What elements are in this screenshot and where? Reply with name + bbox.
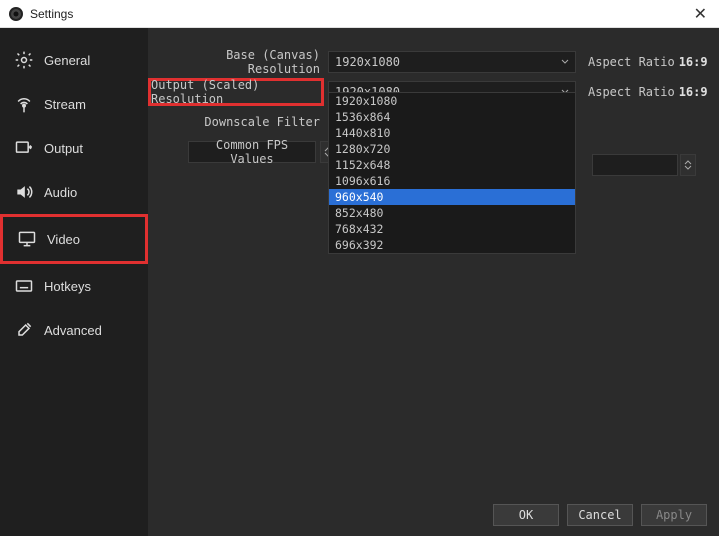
monitor-icon bbox=[17, 229, 37, 249]
base-resolution-row: Base (Canvas) Resolution 1920x1080 Aspec… bbox=[148, 48, 719, 76]
fps-value-spin[interactable] bbox=[680, 154, 696, 176]
dropdown-option[interactable]: 1096x616 bbox=[329, 173, 575, 189]
base-aspect-label: Aspect Ratio bbox=[588, 55, 675, 69]
window-title: Settings bbox=[30, 7, 73, 21]
dropdown-option[interactable]: 852x480 bbox=[329, 205, 575, 221]
video-panel: Base (Canvas) Resolution 1920x1080 Aspec… bbox=[148, 28, 719, 536]
obs-logo-icon bbox=[8, 6, 24, 22]
dropdown-option[interactable]: 1152x648 bbox=[329, 157, 575, 173]
sidebar-item-output[interactable]: Output bbox=[0, 126, 148, 170]
ok-button[interactable]: OK bbox=[493, 504, 559, 526]
output-aspect-value: 16:9 bbox=[679, 85, 708, 99]
sidebar-item-advanced[interactable]: Advanced bbox=[0, 308, 148, 352]
sidebar-item-label: Advanced bbox=[44, 323, 102, 338]
dropdown-option[interactable]: 1920x1080 bbox=[329, 93, 575, 109]
output-resolution-dropdown[interactable]: 1920x10801536x8641440x8101280x7201152x64… bbox=[328, 92, 576, 254]
sidebar-item-video[interactable]: Video bbox=[0, 214, 148, 264]
sidebar-item-label: Audio bbox=[44, 185, 77, 200]
output-resolution-label: Output (Scaled) Resolution bbox=[151, 78, 317, 106]
dropdown-option[interactable]: 1280x720 bbox=[329, 141, 575, 157]
dropdown-option[interactable]: 960x540 bbox=[329, 189, 575, 205]
apply-button[interactable]: Apply bbox=[641, 504, 707, 526]
chevron-down-icon bbox=[559, 56, 571, 71]
dropdown-option[interactable]: 1440x810 bbox=[329, 125, 575, 141]
sidebar-item-audio[interactable]: Audio bbox=[0, 170, 148, 214]
gear-icon bbox=[14, 50, 34, 70]
sidebar-item-label: Stream bbox=[44, 97, 86, 112]
sidebar-item-label: Video bbox=[47, 232, 80, 247]
fps-value-wrap bbox=[592, 154, 696, 176]
titlebar: Settings ✕ bbox=[0, 0, 719, 28]
sidebar-item-general[interactable]: General bbox=[0, 38, 148, 82]
sidebar-item-label: General bbox=[44, 53, 90, 68]
base-resolution-label: Base (Canvas) Resolution bbox=[148, 48, 328, 76]
fps-mode-combo[interactable]: Common FPS Values bbox=[188, 141, 316, 163]
dropdown-option[interactable]: 696x392 bbox=[329, 237, 575, 253]
dropdown-option[interactable]: 1536x864 bbox=[329, 109, 575, 125]
fps-label-wrap: Common FPS Values bbox=[188, 141, 318, 163]
output-icon bbox=[14, 138, 34, 158]
sidebar-item-hotkeys[interactable]: Hotkeys bbox=[0, 264, 148, 308]
main-area: General Stream Output Audio Video Hotkey… bbox=[0, 28, 719, 536]
sidebar: General Stream Output Audio Video Hotkey… bbox=[0, 28, 148, 536]
speaker-icon bbox=[14, 182, 34, 202]
output-aspect-label: Aspect Ratio bbox=[588, 85, 675, 99]
sidebar-item-stream[interactable]: Stream bbox=[0, 82, 148, 126]
sidebar-item-label: Hotkeys bbox=[44, 279, 91, 294]
footer-buttons: OK Cancel Apply bbox=[493, 504, 707, 526]
keyboard-icon bbox=[14, 276, 34, 296]
sidebar-item-label: Output bbox=[44, 141, 83, 156]
tools-icon bbox=[14, 320, 34, 340]
base-aspect-value: 16:9 bbox=[679, 55, 708, 69]
base-resolution-combo[interactable]: 1920x1080 bbox=[328, 51, 576, 73]
fps-value-combo[interactable] bbox=[592, 154, 678, 176]
dropdown-option[interactable]: 768x432 bbox=[329, 221, 575, 237]
cancel-button[interactable]: Cancel bbox=[567, 504, 633, 526]
base-resolution-value: 1920x1080 bbox=[335, 55, 400, 69]
fps-label: Common FPS Values bbox=[195, 138, 309, 166]
downscale-filter-label: Downscale Filter bbox=[148, 115, 328, 129]
close-button[interactable]: ✕ bbox=[690, 4, 711, 24]
antenna-icon bbox=[14, 94, 34, 114]
